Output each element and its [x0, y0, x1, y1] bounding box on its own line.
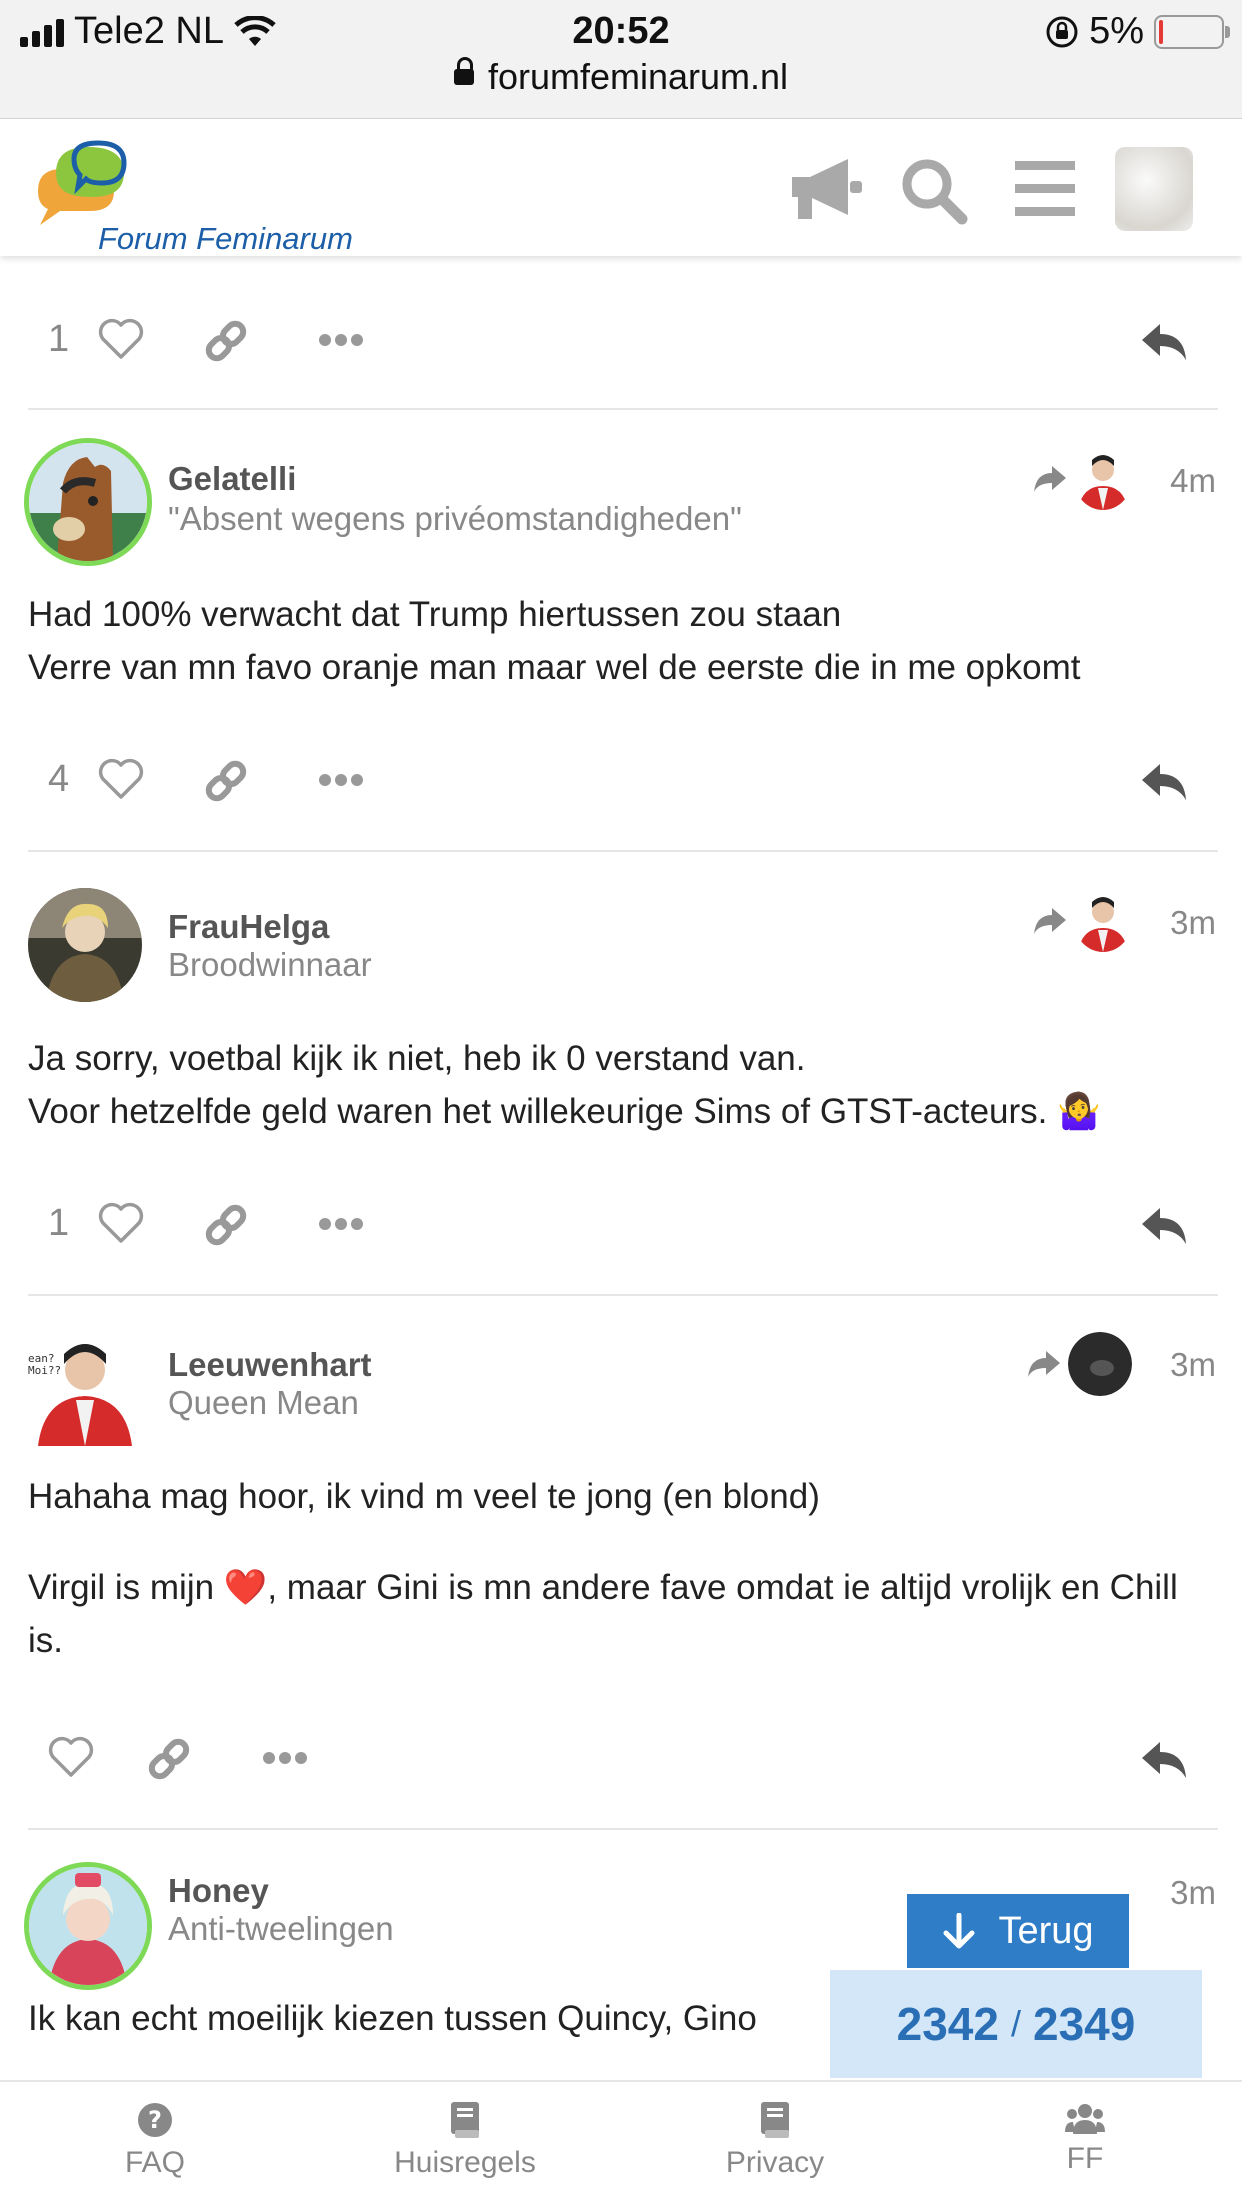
- post-text: Voor hetzelfde geld waren het willekeuri…: [28, 1092, 1101, 1131]
- progress-current: 2342: [896, 1998, 999, 2050]
- avatar[interactable]: ean? Moi??: [28, 1332, 142, 1446]
- avatar[interactable]: [28, 888, 142, 1002]
- avatar[interactable]: [24, 438, 152, 566]
- avatar[interactable]: [24, 1862, 152, 1990]
- post-actions: 1: [28, 300, 1218, 380]
- username[interactable]: FrauHelga: [168, 908, 329, 946]
- back-button[interactable]: Terug: [907, 1894, 1129, 1968]
- lock-icon: [453, 57, 474, 86]
- post-divider: [28, 1294, 1218, 1296]
- heart-icon[interactable]: [48, 1736, 94, 1778]
- battery-icon: [1154, 14, 1230, 49]
- url-text: forumfeminarum.nl: [487, 56, 789, 97]
- megaphone-icon[interactable]: [788, 157, 864, 219]
- site-header: Forum Feminarum: [0, 119, 1242, 256]
- post-progress[interactable]: 2342 / 2349: [830, 1970, 1202, 2078]
- nav-item-faq[interactable]: ? FAQ: [55, 2102, 255, 2180]
- reply-to[interactable]: [1026, 1332, 1132, 1396]
- post-actions: 4: [28, 740, 1218, 820]
- search-icon[interactable]: [900, 157, 968, 225]
- reply-to[interactable]: [1032, 890, 1132, 952]
- status-bar: Tele2 NL 20:52 5% forumfeminarum.nl: [0, 0, 1242, 119]
- user-title: "Absent wegens privéomstandigheden": [168, 500, 742, 537]
- post-body: Had 100% verwacht dat Trump hiertussen z…: [28, 588, 1218, 694]
- post-time[interactable]: 3m: [1170, 1874, 1216, 1912]
- reply-to-arrow-icon: [1034, 908, 1066, 934]
- arrow-down-icon: [943, 1913, 975, 1949]
- reply-to-arrow-icon: [1034, 466, 1066, 492]
- link-icon[interactable]: [203, 758, 249, 804]
- back-button-label: Terug: [998, 1909, 1094, 1952]
- post-text: Ja sorry, voetbal kijk ik niet, heb ik 0…: [28, 1039, 806, 1078]
- book-icon: [761, 2102, 789, 2138]
- nav-item-label: FF: [1066, 2142, 1104, 2175]
- post-body: Ja sorry, voetbal kijk ik niet, heb ik 0…: [28, 1032, 1218, 1138]
- more-icon[interactable]: [318, 1217, 364, 1231]
- like-count: 1: [48, 1202, 70, 1244]
- post-divider: [28, 850, 1218, 852]
- more-icon[interactable]: [262, 1751, 308, 1765]
- user-title: Queen Mean: [168, 1384, 359, 1421]
- reply-icon[interactable]: [1140, 1740, 1188, 1780]
- question-icon: ?: [138, 2103, 172, 2137]
- site-name: Forum Feminarum: [98, 221, 353, 256]
- site-logo[interactable]: Forum Feminarum: [30, 139, 370, 256]
- link-icon[interactable]: [203, 1202, 249, 1248]
- svg-text:Moi??: Moi??: [28, 1364, 61, 1377]
- heart-icon[interactable]: [98, 1202, 144, 1244]
- logo-icon: [38, 140, 127, 225]
- orientation-lock-icon: [1046, 16, 1078, 47]
- battery-percent: 5%: [1089, 10, 1144, 52]
- reply-to-avatar: [1074, 890, 1132, 952]
- bottom-nav: ? FAQ Huisregels Privacy FF: [0, 2080, 1242, 2210]
- nav-item-huisregels[interactable]: Huisregels: [365, 2102, 565, 2180]
- more-icon[interactable]: [318, 773, 364, 787]
- progress-separator: /: [1010, 2003, 1021, 2044]
- heart-icon[interactable]: [98, 758, 144, 800]
- like-count: 1: [48, 318, 70, 360]
- url-bar[interactable]: forumfeminarum.nl: [0, 56, 1242, 98]
- nav-item-label: FAQ: [124, 2146, 185, 2179]
- username[interactable]: Gelatelli: [168, 460, 296, 498]
- like-count: 4: [48, 758, 70, 800]
- reply-to-avatar: [1068, 1332, 1132, 1396]
- reply-icon[interactable]: [1140, 762, 1188, 802]
- link-icon[interactable]: [203, 318, 249, 364]
- group-icon: [1065, 2104, 1105, 2134]
- post-time[interactable]: 3m: [1170, 1346, 1216, 1384]
- reply-to[interactable]: [1032, 448, 1132, 510]
- more-icon[interactable]: [318, 333, 364, 347]
- svg-text:?: ?: [148, 2106, 162, 2134]
- username[interactable]: Honey: [168, 1872, 269, 1910]
- reply-icon[interactable]: [1140, 1206, 1188, 1246]
- link-icon[interactable]: [146, 1736, 192, 1782]
- post-actions: [28, 1718, 1218, 1798]
- post-text: Had 100% verwacht dat Trump hiertussen z…: [28, 595, 842, 634]
- user-title: Anti-tweelingen: [168, 1910, 394, 1947]
- post-divider: [28, 1828, 1218, 1830]
- book-icon: [451, 2102, 479, 2138]
- username[interactable]: Leeuwenhart: [168, 1346, 372, 1384]
- post-actions: 1: [28, 1184, 1218, 1264]
- hamburger-menu-icon[interactable]: [1015, 161, 1075, 217]
- progress-total: 2349: [1033, 1998, 1136, 2050]
- nav-item-privacy[interactable]: Privacy: [675, 2102, 875, 2180]
- post-text: Virgil is mijn ❤️, maar Gini is mn ander…: [28, 1568, 1178, 1660]
- nav-item-ff[interactable]: FF: [985, 2102, 1185, 2176]
- nav-item-label: Huisregels: [394, 2146, 536, 2179]
- reply-icon[interactable]: [1140, 322, 1188, 362]
- post-time[interactable]: 4m: [1170, 462, 1216, 500]
- nav-item-label: Privacy: [725, 2146, 825, 2179]
- reply-to-arrow-icon: [1028, 1351, 1060, 1377]
- reply-to-avatar: [1074, 448, 1132, 510]
- post-text: Hahaha mag hoor, ik vind m veel te jong …: [28, 1477, 820, 1516]
- post-body: Hahaha mag hoor, ik vind m veel te jong …: [28, 1470, 1218, 1667]
- post-divider: [28, 408, 1218, 410]
- post-text: Verre van mn favo oranje man maar wel de…: [28, 648, 1081, 687]
- user-title: Broodwinnaar: [168, 946, 372, 983]
- post-time[interactable]: 3m: [1170, 904, 1216, 942]
- user-avatar[interactable]: [1115, 147, 1193, 231]
- heart-icon[interactable]: [98, 318, 144, 360]
